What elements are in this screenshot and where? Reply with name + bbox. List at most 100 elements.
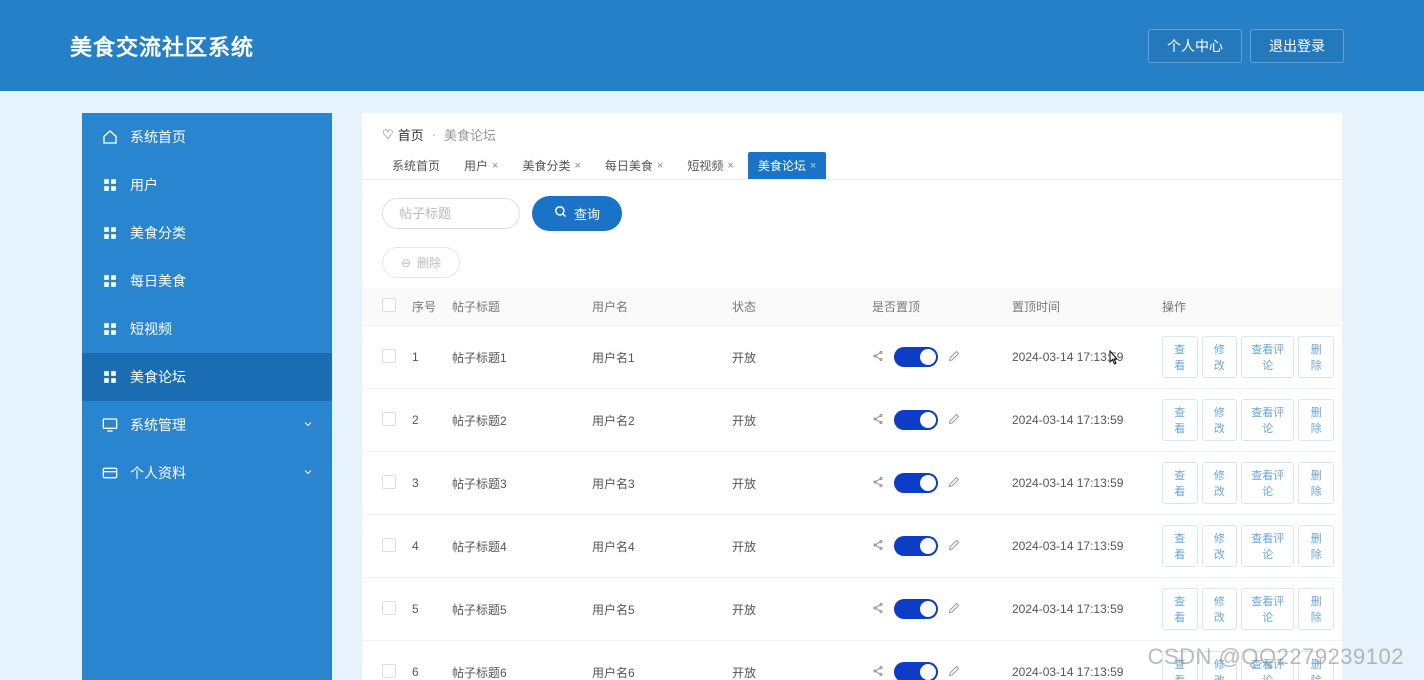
pin-toggle[interactable] — [894, 410, 938, 430]
pin-toggle[interactable] — [894, 473, 938, 493]
view-button[interactable]: 查看 — [1162, 399, 1198, 441]
sidebar-item-6[interactable]: 系统管理 — [82, 401, 332, 449]
share-icon[interactable] — [872, 665, 884, 680]
close-icon[interactable]: × — [727, 160, 733, 172]
delete-button[interactable]: 删除 — [1298, 525, 1334, 567]
cell-user: 用户名1 — [584, 326, 724, 389]
sidebar-item-2[interactable]: 美食分类 — [82, 209, 332, 257]
edit-icon[interactable] — [948, 413, 960, 428]
tab-label: 短视频 — [687, 157, 723, 174]
share-icon[interactable] — [872, 413, 884, 428]
search-input[interactable] — [382, 198, 520, 229]
comments-button[interactable]: 查看评论 — [1241, 399, 1294, 441]
table-row: 3帖子标题3用户名3开放2024-03-14 17:13:59查看修改查看评论删… — [362, 452, 1342, 515]
tab-label: 用户 — [464, 157, 488, 174]
tab-5[interactable]: 美食论坛× — [748, 152, 826, 179]
search-icon — [554, 205, 568, 222]
row-checkbox[interactable] — [382, 601, 396, 615]
cell-actions: 查看修改查看评论删除 — [1154, 326, 1342, 389]
sidebar-item-label: 系统管理 — [130, 415, 186, 435]
breadcrumb-home[interactable]: ♡ 首页 — [382, 125, 424, 144]
close-icon[interactable]: × — [574, 160, 580, 172]
sidebar-item-4[interactable]: 短视频 — [82, 305, 332, 353]
edit-icon[interactable] — [948, 665, 960, 680]
row-checkbox[interactable] — [382, 349, 396, 363]
share-icon[interactable] — [872, 539, 884, 554]
view-button[interactable]: 查看 — [1162, 651, 1198, 680]
chevron-down-icon — [302, 417, 314, 433]
sidebar-item-label: 美食论坛 — [130, 367, 186, 387]
table-container: 序号 帖子标题 用户名 状态 是否置顶 置顶时间 操作 1帖子标题1用户名1开放… — [362, 288, 1342, 680]
comments-button[interactable]: 查看评论 — [1241, 462, 1294, 504]
tab-label: 每日美食 — [605, 157, 653, 174]
personal-center-button[interactable]: 个人中心 — [1148, 29, 1242, 63]
edit-button[interactable]: 修改 — [1202, 399, 1238, 441]
delete-button[interactable]: 删除 — [1298, 588, 1334, 630]
view-button[interactable]: 查看 — [1162, 336, 1198, 378]
cell-seq: 6 — [404, 641, 444, 680]
comments-button[interactable]: 查看评论 — [1241, 336, 1294, 378]
breadcrumb: ♡ 首页 · 美食论坛 — [362, 113, 1342, 152]
cell-title: 帖子标题3 — [444, 452, 584, 515]
cell-user: 用户名4 — [584, 515, 724, 578]
edit-button[interactable]: 修改 — [1202, 525, 1238, 567]
query-button[interactable]: 查询 — [532, 196, 622, 231]
sidebar-item-0[interactable]: 系统首页 — [82, 113, 332, 161]
pin-toggle[interactable] — [894, 599, 938, 619]
row-checkbox[interactable] — [382, 475, 396, 489]
comments-button[interactable]: 查看评论 — [1241, 588, 1294, 630]
cell-seq: 1 — [404, 326, 444, 389]
share-icon[interactable] — [872, 350, 884, 365]
app-header: 美食交流社区系统 个人中心 退出登录 — [0, 0, 1424, 91]
view-button[interactable]: 查看 — [1162, 462, 1198, 504]
table-row: 4帖子标题4用户名4开放2024-03-14 17:13:59查看修改查看评论删… — [362, 515, 1342, 578]
edit-button[interactable]: 修改 — [1202, 588, 1238, 630]
share-icon[interactable] — [872, 476, 884, 491]
delete-button[interactable]: 删除 — [1298, 336, 1334, 378]
tab-2[interactable]: 美食分类× — [512, 152, 590, 179]
edit-icon[interactable] — [948, 476, 960, 491]
row-checkbox[interactable] — [382, 538, 396, 552]
view-button[interactable]: 查看 — [1162, 588, 1198, 630]
delete-button[interactable]: 删除 — [1298, 651, 1334, 680]
breadcrumb-separator: · — [432, 127, 436, 142]
edit-icon[interactable] — [948, 602, 960, 617]
circle-minus-icon: ⊖ — [401, 256, 411, 270]
cell-seq: 3 — [404, 452, 444, 515]
batch-delete-button[interactable]: ⊖ 删除 — [382, 247, 460, 278]
delete-button[interactable]: 删除 — [1298, 462, 1334, 504]
tab-0[interactable]: 系统首页 — [382, 152, 450, 179]
tab-3[interactable]: 每日美食 × — [595, 152, 673, 179]
logout-button[interactable]: 退出登录 — [1250, 29, 1344, 63]
edit-icon[interactable] — [948, 350, 960, 365]
comments-button[interactable]: 查看评论 — [1241, 525, 1294, 567]
sidebar-item-3[interactable]: 每日美食 — [82, 257, 332, 305]
delete-button[interactable]: 删除 — [1298, 399, 1334, 441]
sidebar-item-7[interactable]: 个人资料 — [82, 449, 332, 497]
close-icon[interactable]: × — [657, 160, 663, 172]
edit-button[interactable]: 修改 — [1202, 462, 1238, 504]
sidebar-item-label: 短视频 — [130, 319, 172, 339]
pin-toggle[interactable] — [894, 536, 938, 556]
close-icon[interactable]: × — [492, 160, 498, 172]
sidebar-item-label: 用户 — [130, 175, 158, 195]
select-all-checkbox[interactable] — [382, 298, 396, 312]
pin-toggle[interactable] — [894, 662, 938, 680]
tab-1[interactable]: 用户 × — [454, 152, 508, 179]
comments-button[interactable]: 查看评论 — [1241, 651, 1294, 680]
pin-toggle[interactable] — [894, 347, 938, 367]
sidebar-item-5[interactable]: 美食论坛 — [82, 353, 332, 401]
edit-button[interactable]: 修改 — [1202, 336, 1238, 378]
sidebar-item-1[interactable]: 用户 — [82, 161, 332, 209]
tab-4[interactable]: 短视频 × — [677, 152, 743, 179]
view-button[interactable]: 查看 — [1162, 525, 1198, 567]
close-icon[interactable]: × — [810, 160, 816, 172]
row-checkbox[interactable] — [382, 412, 396, 426]
edit-icon[interactable] — [948, 539, 960, 554]
share-icon[interactable] — [872, 602, 884, 617]
header-pinned: 是否置顶 — [864, 288, 1004, 326]
edit-button[interactable]: 修改 — [1202, 651, 1238, 680]
cell-actions: 查看修改查看评论删除 — [1154, 578, 1342, 641]
row-checkbox[interactable] — [382, 664, 396, 678]
card-icon — [102, 465, 118, 481]
